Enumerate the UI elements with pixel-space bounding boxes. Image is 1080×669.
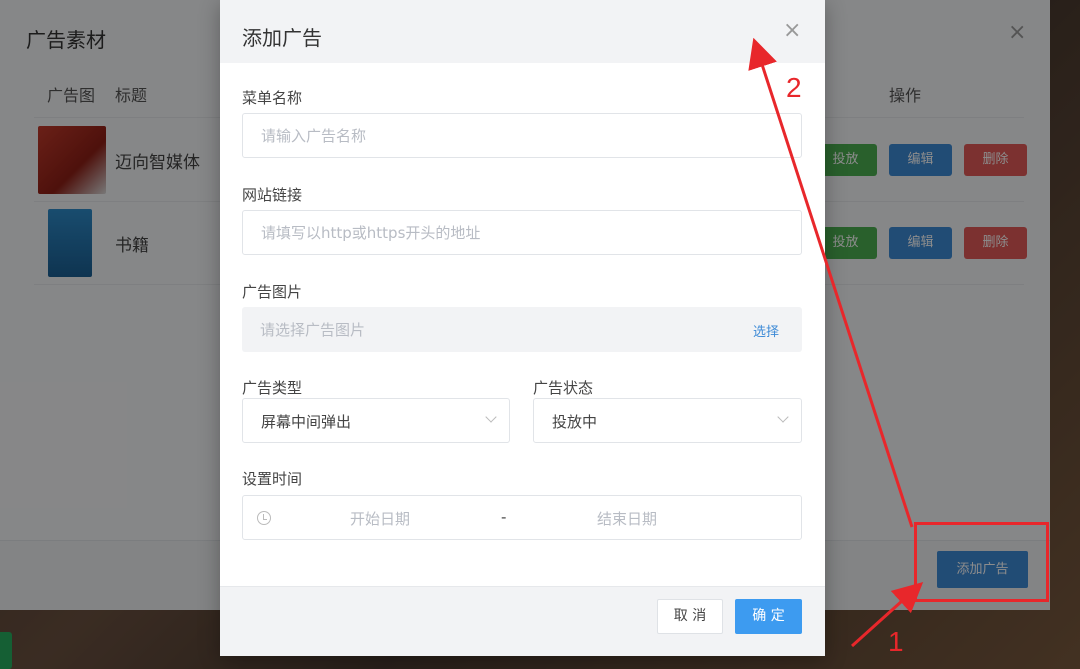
- modal-title: 添加广告: [242, 26, 322, 50]
- cancel-button[interactable]: 取 消: [657, 599, 723, 634]
- ad-image-label: 广告图片: [242, 283, 303, 301]
- ad-status-label: 广告状态: [533, 379, 594, 397]
- confirm-button[interactable]: 确 定: [735, 599, 802, 634]
- site-link-input[interactable]: [242, 210, 802, 255]
- chevron-down-icon: [777, 411, 789, 423]
- set-time-label: 设置时间: [242, 470, 303, 488]
- site-link-label: 网站链接: [242, 186, 303, 204]
- ad-type-select[interactable]: 屏幕中间弹出: [242, 398, 510, 443]
- date-separator: -: [501, 508, 507, 526]
- clock-icon: [257, 511, 271, 525]
- ad-type-label: 广告类型: [242, 379, 303, 397]
- menu-name-input[interactable]: [242, 113, 802, 158]
- ad-status-select[interactable]: 投放中: [533, 398, 802, 443]
- modal-header: 添加广告 ×: [220, 0, 825, 63]
- ad-type-value: 屏幕中间弹出: [261, 413, 352, 431]
- end-date-input[interactable]: 结束日期: [597, 508, 657, 529]
- ad-image-placeholder: 请选择广告图片: [260, 321, 366, 339]
- date-range-picker[interactable]: 开始日期 - 结束日期: [242, 495, 802, 540]
- modal-footer: 取 消 确 定: [220, 586, 825, 656]
- add-ad-modal: 添加广告 × 菜单名称 网站链接 广告图片 请选择广告图片 选择 广告类型 屏幕…: [220, 0, 825, 656]
- annotation-number-1: 1: [888, 626, 904, 657]
- start-date-input[interactable]: 开始日期: [350, 508, 410, 529]
- ad-status-value: 投放中: [552, 413, 598, 431]
- annotation-number-2: 2: [786, 72, 802, 103]
- menu-name-label: 菜单名称: [242, 89, 303, 107]
- chevron-down-icon: [485, 411, 497, 423]
- ad-image-field[interactable]: 请选择广告图片 选择: [242, 307, 802, 352]
- annotation-highlight-box: [914, 522, 1049, 602]
- select-image-link[interactable]: 选择: [753, 321, 779, 340]
- close-icon[interactable]: ×: [783, 20, 801, 42]
